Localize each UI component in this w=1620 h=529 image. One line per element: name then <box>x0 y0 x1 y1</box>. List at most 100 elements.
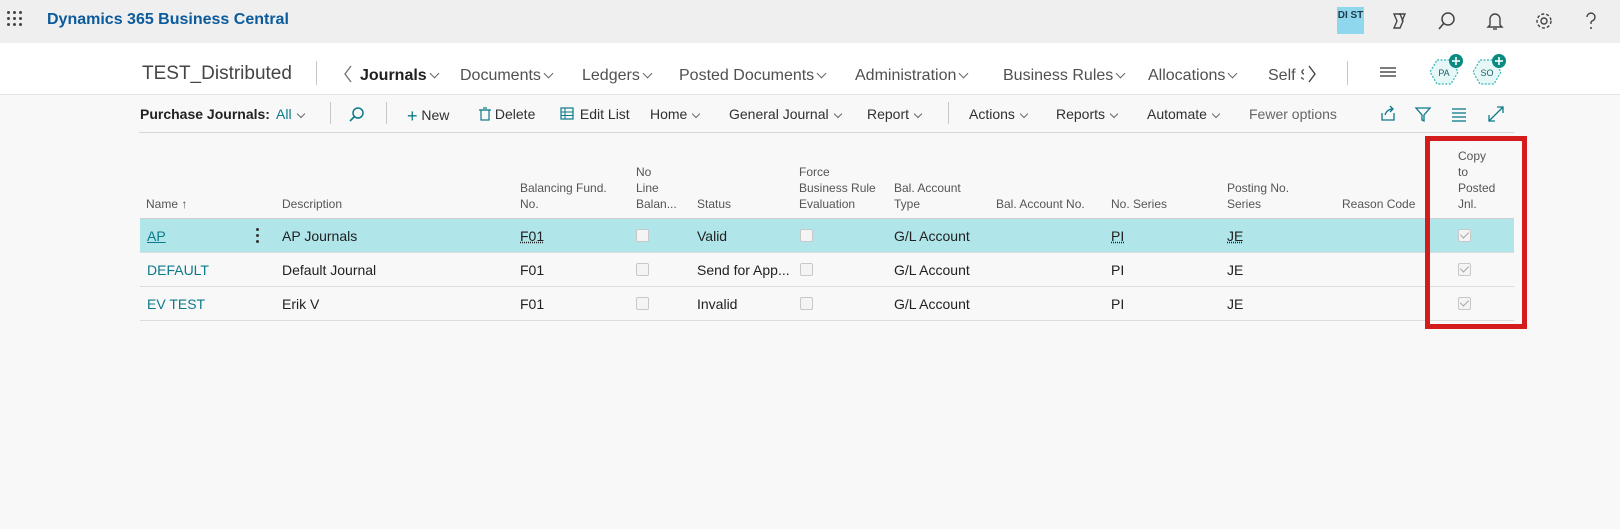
table-row[interactable]: DEFAULT Default Journal F01 Send for App… <box>140 253 1514 287</box>
table-row[interactable]: AP AP Journals F01 Valid G/L Account PI … <box>140 219 1514 253</box>
search-icon[interactable] <box>348 105 366 123</box>
row-no-series[interactable]: PI <box>1111 296 1124 312</box>
delete-button[interactable]: Delete <box>479 106 535 122</box>
row-posting-series[interactable]: JE <box>1227 296 1243 312</box>
copilot-icon[interactable] <box>1387 10 1409 32</box>
row-status[interactable]: Send for App... <box>697 262 790 278</box>
row-status[interactable]: Valid <box>697 228 727 244</box>
header-line: Balan... <box>636 197 677 211</box>
add-icon[interactable] <box>1492 54 1506 68</box>
scroll-left-icon[interactable] <box>343 65 353 83</box>
force-rule-checkbox[interactable] <box>800 297 813 310</box>
svg-text:PA: PA <box>1438 68 1449 78</box>
col-header-name[interactable]: Name ↑ <box>146 196 187 212</box>
row-no-series[interactable]: PI <box>1111 228 1124 244</box>
row-no-series[interactable]: PI <box>1111 262 1124 278</box>
plus-icon: + <box>407 106 418 126</box>
bell-icon[interactable] <box>1484 10 1506 32</box>
row-bal-type[interactable]: G/L Account <box>894 296 970 312</box>
nav-allocations[interactable]: Allocations <box>1148 67 1238 85</box>
gear-icon[interactable] <box>1533 10 1555 32</box>
user-avatar[interactable]: DI ST <box>1337 7 1364 34</box>
automate-menu[interactable]: Automate <box>1147 106 1221 122</box>
force-rule-checkbox[interactable] <box>800 263 813 276</box>
header-line: Bal. Account <box>894 181 961 195</box>
col-header-bal-account-type[interactable]: Bal. Account Type <box>894 180 961 212</box>
fewer-options-button[interactable]: Fewer options <box>1249 106 1337 122</box>
reports-menu[interactable]: Reports <box>1056 106 1119 122</box>
sort-ascending-icon: ↑ <box>181 197 188 211</box>
nav-label: Allocations <box>1148 67 1226 84</box>
force-rule-checkbox[interactable] <box>800 229 813 242</box>
svg-text:SO: SO <box>1480 68 1493 78</box>
header-line: Type <box>894 197 921 211</box>
row-fund[interactable]: F01 <box>520 228 544 244</box>
row-name-link[interactable]: DEFAULT <box>147 262 209 278</box>
actions-label: Actions <box>969 106 1015 122</box>
report-menu[interactable]: Report <box>867 106 923 122</box>
divider <box>316 61 317 85</box>
row-fund[interactable]: F01 <box>520 262 544 278</box>
search-icon[interactable] <box>1436 10 1458 32</box>
scroll-right-icon[interactable] <box>1307 65 1317 83</box>
general-journal-menu[interactable]: General Journal <box>729 106 842 122</box>
row-status[interactable]: Invalid <box>697 296 737 312</box>
avatar-pa[interactable]: PA <box>1429 54 1463 86</box>
nav-self-service[interactable]: Self S <box>1268 67 1304 85</box>
divider <box>330 102 331 124</box>
help-icon[interactable] <box>1580 10 1602 32</box>
col-header-status[interactable]: Status <box>697 196 731 212</box>
app-title[interactable]: Dynamics 365 Business Central <box>47 11 289 29</box>
no-line-balance-checkbox[interactable] <box>636 263 649 276</box>
actions-menu[interactable]: Actions <box>969 106 1029 122</box>
row-fund[interactable]: F01 <box>520 296 544 312</box>
nav-label: Ledgers <box>582 67 640 84</box>
col-header-no-series[interactable]: No. Series <box>1111 196 1167 212</box>
view-filter-dropdown[interactable]: All <box>276 106 305 122</box>
row-bal-type[interactable]: G/L Account <box>894 228 970 244</box>
filter-icon[interactable] <box>1414 105 1432 123</box>
row-posting-series[interactable]: JE <box>1227 228 1243 244</box>
nav-business-rules[interactable]: Business Rules <box>1003 67 1126 85</box>
nav-label: Documents <box>460 67 541 84</box>
menu-icon[interactable] <box>1378 65 1398 79</box>
row-name-link[interactable]: AP <box>147 228 166 244</box>
row-posting-series[interactable]: JE <box>1227 262 1243 278</box>
row-description[interactable]: Erik V <box>282 296 319 312</box>
table-row[interactable]: EV TEST Erik V F01 Invalid G/L Account P… <box>140 287 1514 321</box>
col-header-no-line-balance[interactable]: No Line Balan... <box>636 164 677 212</box>
view-filter-value: All <box>276 106 292 122</box>
row-bal-type[interactable]: G/L Account <box>894 262 970 278</box>
nav-journals[interactable]: Journals <box>360 67 440 85</box>
row-actions-icon[interactable] <box>256 228 260 244</box>
expand-icon[interactable] <box>1487 105 1505 123</box>
col-header-balancing-fund[interactable]: Balancing Fund. No. <box>520 180 607 212</box>
row-description[interactable]: Default Journal <box>282 262 376 278</box>
nav-documents[interactable]: Documents <box>460 67 554 85</box>
row-description[interactable]: AP Journals <box>282 228 357 244</box>
add-icon[interactable] <box>1449 54 1463 68</box>
row-name-link[interactable]: EV TEST <box>147 296 205 312</box>
col-header-reason-code[interactable]: Reason Code <box>1342 196 1415 212</box>
nav-administration[interactable]: Administration <box>855 67 969 85</box>
list-view-icon[interactable] <box>1450 105 1468 123</box>
no-line-balance-checkbox[interactable] <box>636 229 649 242</box>
app-launcher-icon[interactable] <box>7 11 23 27</box>
nav-ledgers[interactable]: Ledgers <box>582 67 653 85</box>
edit-list-button[interactable]: Edit List <box>560 106 630 122</box>
no-line-balance-checkbox[interactable] <box>636 297 649 310</box>
home-menu[interactable]: Home <box>650 106 701 122</box>
new-button[interactable]: + New <box>407 106 449 127</box>
top-bar: Dynamics 365 Business Central DI ST <box>0 0 1620 43</box>
header-line: Line <box>636 181 659 195</box>
avatar-so[interactable]: SO <box>1472 54 1506 86</box>
highlight-box <box>1425 136 1527 329</box>
col-header-description[interactable]: Description <box>282 196 342 212</box>
header-line: Business Rule <box>799 181 876 195</box>
col-header-force-rule[interactable]: Force Business Rule Evaluation <box>799 164 876 212</box>
col-header-posting-no-series[interactable]: Posting No. Series <box>1227 180 1289 212</box>
company-name[interactable]: TEST_Distributed <box>142 63 292 85</box>
col-header-bal-account-no[interactable]: Bal. Account No. <box>996 196 1085 212</box>
nav-posted-documents[interactable]: Posted Documents <box>679 67 827 85</box>
share-icon[interactable] <box>1379 105 1397 123</box>
